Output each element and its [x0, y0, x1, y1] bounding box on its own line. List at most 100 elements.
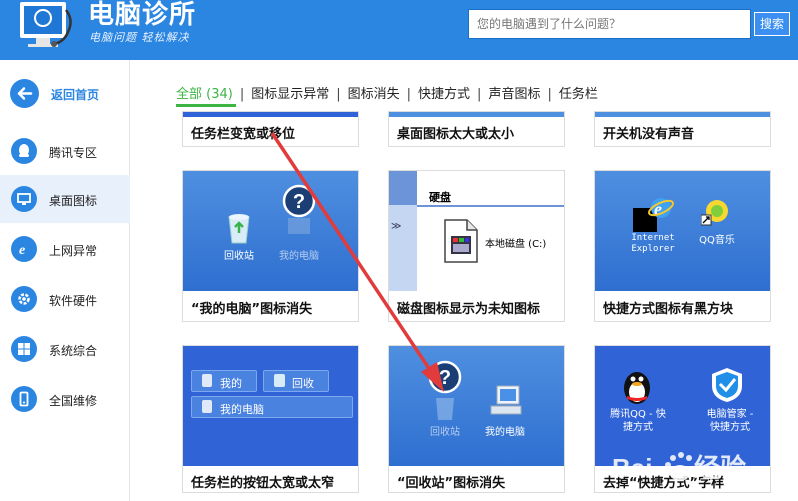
qq-label-line2: 捷方式	[623, 422, 653, 433]
card-thumbnail	[389, 112, 564, 117]
ie-label-line2: Explorer	[631, 244, 675, 254]
explorer-sidebar-panel	[389, 205, 417, 291]
help-icon: ?	[428, 360, 462, 420]
monitor-icon	[11, 186, 37, 212]
unknown-file-icon	[444, 219, 478, 263]
taskbar-button-wide: 我的电脑	[191, 396, 353, 418]
card-caption: 桌面图标太大或太小	[397, 127, 515, 142]
card-thumbnail: ? 回收站 我的电脑	[389, 346, 564, 466]
sidebar-item-tencent[interactable]: 腾讯专区	[0, 127, 130, 175]
sidebar-item-software-hardware[interactable]: 软件硬件	[0, 275, 130, 323]
search-field[interactable]	[468, 9, 751, 39]
svg-text:经验: 经验	[694, 453, 746, 483]
gear-icon	[11, 286, 37, 312]
pc-manager-shortcut-label: 电脑管家 - 快捷方式	[695, 408, 765, 434]
pc-manager-label-line2: 快捷方式	[710, 422, 750, 433]
article-card[interactable]: 桌面图标太大或太小	[388, 111, 565, 147]
app-title: 电脑诊所	[88, 0, 197, 30]
windows-icon	[11, 336, 37, 362]
tab-sound-icon[interactable]: 声音图标	[488, 83, 540, 102]
phone-icon	[11, 386, 37, 412]
panel-collapse-icon: ≫	[391, 221, 402, 232]
recycle-bin-label: 回收站	[430, 427, 460, 438]
search-button[interactable]: 搜索	[754, 12, 790, 36]
my-computer-icon	[490, 385, 522, 415]
tab-taskbar[interactable]: 任务栏	[559, 83, 598, 102]
card-thumbnail: ≫ 硬盘 本地磁盘 (C:)	[389, 171, 564, 291]
article-card[interactable]: 开关机没有声音	[594, 111, 771, 147]
taskbar-button: 回收	[263, 370, 329, 392]
category-tabs: 全部 (34) | 图标显示异常 | 图标消失 | 快捷方式 | 声音图标 | 任务栏	[176, 83, 598, 102]
tab-icon-display[interactable]: 图标显示异常	[251, 83, 329, 102]
pc-manager-label-line1: 电脑管家 -	[706, 409, 754, 420]
tab-separator: |	[477, 87, 482, 102]
back-home-label: 返回首页	[51, 88, 100, 102]
card-thumbnail	[183, 112, 358, 117]
qq-label-line1: 腾讯QQ - 快	[610, 409, 666, 420]
ie-label-line1: Internet	[631, 233, 675, 243]
card-thumbnail: 我的 回收 我的电脑	[183, 346, 358, 466]
sidebar-item-repair[interactable]: 全国维修	[0, 375, 130, 423]
app-slogan: 电脑问题 轻松解决	[89, 31, 190, 44]
ie-icon: e	[11, 236, 37, 262]
card-caption: “我的电脑”图标消失	[191, 302, 313, 317]
ie-label: Internet Explorer	[623, 233, 683, 255]
baidu-logo-icon: Bai 经验	[612, 452, 746, 483]
tab-separator: |	[547, 87, 552, 102]
search-input[interactable]	[469, 10, 750, 38]
sidebar-item-label: 腾讯专区	[49, 146, 98, 160]
card-caption: 快捷方式图标有黑方块	[603, 302, 734, 317]
pc-manager-icon	[712, 368, 742, 402]
card-thumbnail	[595, 112, 770, 117]
card-caption: 任务栏的按钮太宽或太窄	[191, 476, 335, 491]
card-caption: 任务栏变宽或移位	[191, 127, 296, 142]
taskbar-button-label: 我的	[220, 377, 242, 390]
tab-separator: |	[336, 87, 341, 102]
logo-icon	[20, 2, 72, 47]
computer-icon	[202, 400, 212, 413]
card-thumbnail: 回收站 ? 我的电脑	[183, 171, 358, 291]
qq-shortcut-label: 腾讯QQ - 快 捷方式	[603, 408, 673, 434]
baidu-watermark: Bai 经验	[608, 447, 773, 489]
taskbar-button: 我的	[191, 370, 257, 392]
card-caption: 开关机没有声音	[603, 127, 695, 142]
article-card[interactable]: 我的 回收 我的电脑 任务栏的按钮太宽或太窄	[182, 345, 359, 493]
article-card[interactable]: e Internet Explorer QQ音乐 快捷方式图标有黑方块	[594, 170, 771, 322]
ie-icon: e	[648, 198, 674, 219]
taskbar-button-label: 我的电脑	[220, 403, 264, 416]
sidebar-item-internet[interactable]: e 上网异常	[0, 225, 130, 273]
svg-text:?: ?	[439, 367, 451, 389]
back-arrow-icon	[10, 79, 39, 108]
tab-separator: |	[406, 87, 412, 102]
article-card[interactable]: 回收站 ? 我的电脑 “我的电脑”图标消失	[182, 170, 359, 322]
taskbar-button-label: 回收	[292, 377, 314, 390]
svg-text:?: ?	[293, 191, 305, 213]
group-header: 硬盘	[429, 191, 451, 204]
recycle-bin-icon	[274, 374, 285, 387]
back-home-button[interactable]: 返回首页	[0, 73, 130, 113]
tab-icon-missing[interactable]: 图标消失	[348, 83, 400, 102]
drive-label: 本地磁盘 (C:)	[485, 239, 547, 250]
sidebar-item-system[interactable]: 系统综合	[0, 325, 130, 373]
svg-text:e: e	[19, 243, 25, 257]
sidebar-item-desktop-icons[interactable]: 桌面图标	[0, 175, 130, 223]
tab-shortcuts[interactable]: 快捷方式	[418, 83, 470, 102]
sidebar-item-label: 系统综合	[49, 344, 98, 358]
sidebar: 返回首页 腾讯专区 桌面图标 e 上网异常 软件硬件 系统综合 全国维修	[0, 60, 130, 501]
qq-music-label: QQ音乐	[699, 235, 735, 246]
card-caption: 磁盘图标显示为未知图标	[397, 302, 541, 317]
tencent-icon	[11, 138, 37, 164]
help-icon: ?	[282, 184, 316, 234]
card-thumbnail: e Internet Explorer QQ音乐	[595, 171, 770, 291]
article-card[interactable]: ≫ 硬盘 本地磁盘 (C:) 磁盘图标显示为未知图标	[388, 170, 565, 322]
recycle-bin-icon	[202, 374, 212, 387]
group-divider	[417, 205, 564, 207]
tab-all[interactable]: 全部 (34)	[176, 83, 233, 102]
article-card[interactable]: ? 回收站 我的电脑 “回收站”图标消失	[388, 345, 565, 493]
article-card[interactable]: 任务栏变宽或移位	[182, 111, 359, 147]
recycle-bin-icon	[228, 214, 250, 244]
sidebar-item-label: 上网异常	[49, 244, 98, 258]
my-computer-label: 我的电脑	[279, 251, 319, 262]
sidebar-item-label: 全国维修	[49, 394, 98, 408]
sidebar-item-label: 软件硬件	[49, 294, 98, 308]
